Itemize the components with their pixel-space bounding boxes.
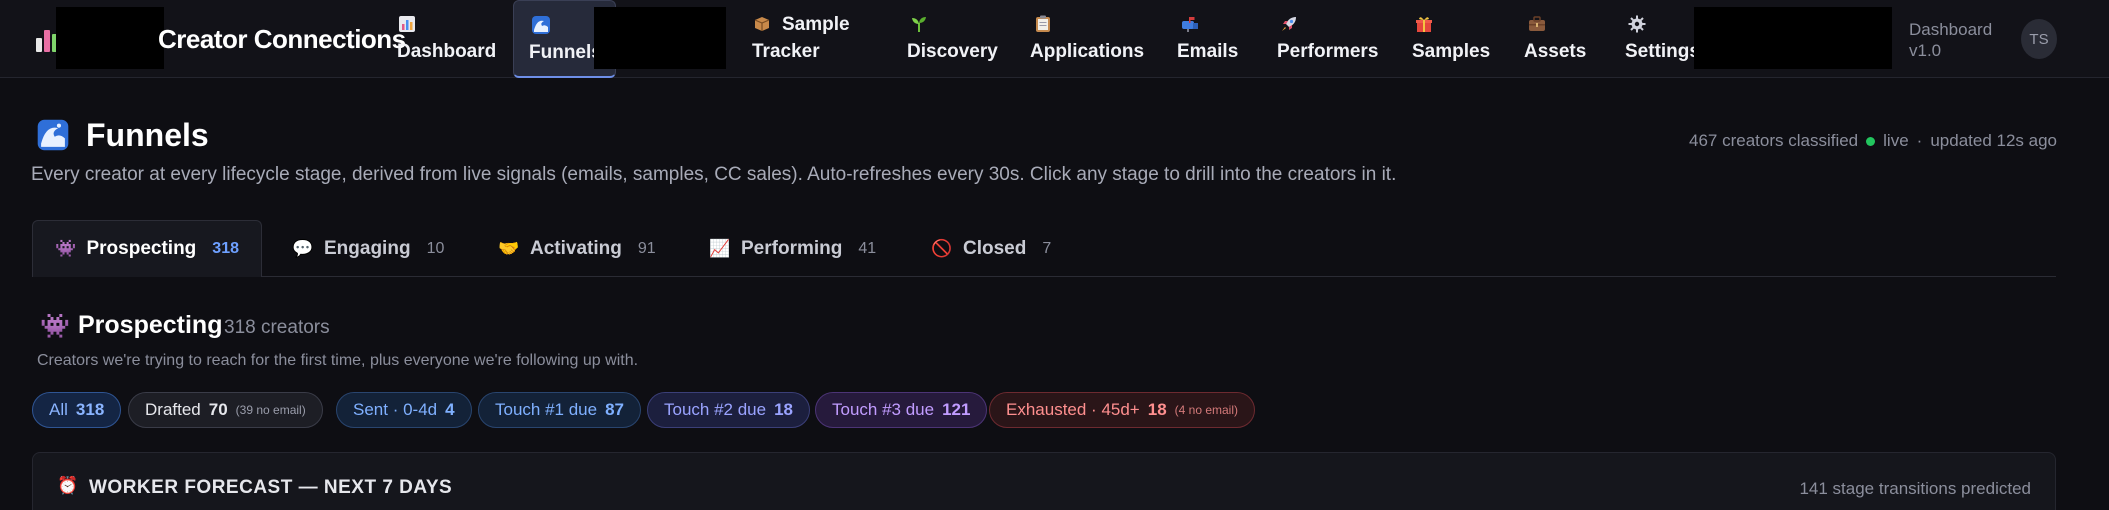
page-title: Funnels bbox=[86, 117, 209, 153]
nav-item-emails[interactable]: Emails bbox=[1177, 0, 1247, 78]
filter-exhausted[interactable]: Exhausted · 45d+ 18 (4 no email) bbox=[989, 392, 1256, 428]
top-nav: Creator Connections Dashboard Funnels Sa… bbox=[0, 0, 2109, 78]
filter-touch-3[interactable]: Touch #3 due 121 bbox=[815, 392, 988, 428]
tab-count: 10 bbox=[426, 239, 445, 257]
rocket-icon bbox=[1279, 14, 1299, 34]
briefcase-icon bbox=[1527, 14, 1547, 34]
redacted-block bbox=[56, 7, 164, 69]
tab-label: Engaging bbox=[324, 237, 411, 259]
nav-item-dashboard[interactable]: Dashboard bbox=[397, 0, 497, 78]
nav-item-settings[interactable]: Settings bbox=[1625, 0, 1700, 78]
nav-label: Samples bbox=[1412, 41, 1491, 62]
filter-count: 318 bbox=[75, 400, 105, 419]
dashboard-version: Dashboard v1.0 bbox=[1909, 20, 1993, 60]
nav-label: Performers bbox=[1277, 41, 1379, 62]
tab-prospecting[interactable]: 👾 Prospecting 318 bbox=[32, 220, 262, 277]
nav-label: Tracker bbox=[752, 41, 820, 62]
nav-item-sample-tracker[interactable]: Sample Tracker bbox=[752, 0, 862, 78]
tab-performing[interactable]: 📈 Performing 41 bbox=[709, 220, 876, 277]
page-status: 467 creators classified live · updated 1… bbox=[1689, 131, 2057, 151]
filter-label: Touch #1 due bbox=[495, 400, 598, 419]
nav-label: Dashboard bbox=[397, 41, 497, 62]
mailbox-icon bbox=[1180, 14, 1200, 34]
gift-icon bbox=[1414, 14, 1434, 34]
nav-label: Funnels bbox=[529, 42, 602, 63]
nav-label: Discovery bbox=[907, 41, 998, 62]
nav-item-discovery[interactable]: Discovery bbox=[907, 0, 1007, 78]
tab-activating[interactable]: 🤝 Activating 91 bbox=[498, 220, 656, 277]
filter-label: Exhausted · 45d+ bbox=[1006, 400, 1140, 419]
filter-label: All bbox=[49, 400, 68, 419]
live-indicator-icon bbox=[1866, 136, 1876, 146]
redacted-block bbox=[594, 7, 726, 69]
no-entry-icon: 🚫 bbox=[931, 238, 953, 258]
tab-count: 41 bbox=[858, 239, 877, 257]
tab-label: Closed bbox=[963, 237, 1027, 259]
package-icon bbox=[752, 14, 772, 34]
live-label: live bbox=[1883, 131, 1909, 150]
tab-label: Performing bbox=[741, 237, 843, 259]
tab-count: 7 bbox=[1042, 239, 1052, 257]
wave-icon bbox=[36, 118, 70, 152]
filter-count: 18 bbox=[1147, 400, 1167, 419]
alarm-clock-icon: ⏰ bbox=[57, 476, 79, 495]
trend-chart-icon: 📈 bbox=[709, 238, 731, 258]
nav-item-samples[interactable]: Samples bbox=[1412, 0, 1491, 78]
filter-label: Drafted bbox=[145, 400, 201, 419]
tab-engaging[interactable]: 💬 Engaging 10 bbox=[292, 220, 444, 277]
filter-note: (4 no email) bbox=[1174, 403, 1239, 417]
tab-label: Prospecting bbox=[86, 238, 197, 259]
handshake-icon: 🤝 bbox=[498, 238, 520, 258]
nav-item-assets[interactable]: Assets bbox=[1524, 0, 1587, 78]
filter-label: Sent · 0-4d bbox=[353, 400, 438, 419]
filter-sent[interactable]: Sent · 0-4d 4 bbox=[336, 392, 472, 428]
tab-label: Activating bbox=[530, 237, 622, 259]
nav-label: Emails bbox=[1177, 41, 1239, 62]
filter-drafted[interactable]: Drafted 70 (39 no email) bbox=[128, 392, 323, 428]
seedling-icon bbox=[909, 14, 929, 34]
filter-count: 4 bbox=[445, 400, 455, 419]
filter-label: Touch #2 due bbox=[664, 400, 767, 419]
page-subtitle: Every creator at every lifecycle stage, … bbox=[31, 164, 1397, 185]
nav-label: Settings bbox=[1625, 41, 1700, 62]
nav-item-performers[interactable]: Performers bbox=[1277, 0, 1382, 78]
filter-all[interactable]: All 318 bbox=[32, 392, 122, 428]
avatar[interactable]: TS bbox=[2021, 19, 2057, 59]
alien-icon: 👾 bbox=[55, 239, 77, 258]
filter-count: 70 bbox=[208, 400, 228, 419]
nav-label: Sample bbox=[782, 14, 850, 35]
nav-item-applications[interactable]: Applications bbox=[1030, 0, 1150, 78]
filter-note: (39 no email) bbox=[235, 403, 306, 417]
filter-count: 121 bbox=[942, 400, 971, 419]
forecast-meta: 141 stage transitions predicted bbox=[1799, 479, 2031, 498]
wave-icon bbox=[531, 15, 551, 35]
nav-label: Assets bbox=[1524, 41, 1587, 62]
tab-closed[interactable]: 🚫 Closed 7 bbox=[931, 220, 1051, 277]
bar-chart-icon bbox=[397, 14, 417, 34]
tab-count: 91 bbox=[637, 239, 656, 257]
stage-description: Creators we're trying to reach for the f… bbox=[37, 352, 639, 369]
creators-classified: 467 creators classified bbox=[1689, 131, 1859, 150]
filter-label: Touch #3 due bbox=[832, 400, 935, 419]
alien-icon: 👾 bbox=[40, 313, 70, 340]
separator: · bbox=[1916, 131, 1923, 150]
clipboard-icon bbox=[1033, 14, 1053, 34]
nav-label: Applications bbox=[1030, 41, 1145, 62]
app-logo-icon[interactable] bbox=[36, 24, 58, 52]
stage-tabs: 👾 Prospecting 318 💬 Engaging 10 🤝 Activa… bbox=[32, 220, 2056, 277]
redacted-block bbox=[1694, 7, 1892, 69]
speech-bubble-icon: 💬 bbox=[292, 238, 314, 258]
filter-touch-2[interactable]: Touch #2 due 18 bbox=[647, 392, 811, 428]
filter-count: 87 bbox=[605, 400, 625, 419]
filter-count: 18 bbox=[774, 400, 794, 419]
app-title[interactable]: Creator Connections bbox=[158, 24, 406, 55]
gear-icon bbox=[1627, 14, 1647, 34]
filter-touch-1[interactable]: Touch #1 due 87 bbox=[478, 392, 642, 428]
stage-count: 318 creators bbox=[224, 317, 330, 338]
updated-timestamp: updated 12s ago bbox=[1930, 131, 2057, 150]
tab-count: 318 bbox=[212, 240, 239, 257]
stage-title: Prospecting bbox=[78, 311, 223, 339]
worker-forecast-card: ⏰ WORKER FORECAST — NEXT 7 DAYS 141 stag… bbox=[32, 452, 2056, 510]
forecast-title: WORKER FORECAST — NEXT 7 DAYS bbox=[89, 477, 453, 498]
